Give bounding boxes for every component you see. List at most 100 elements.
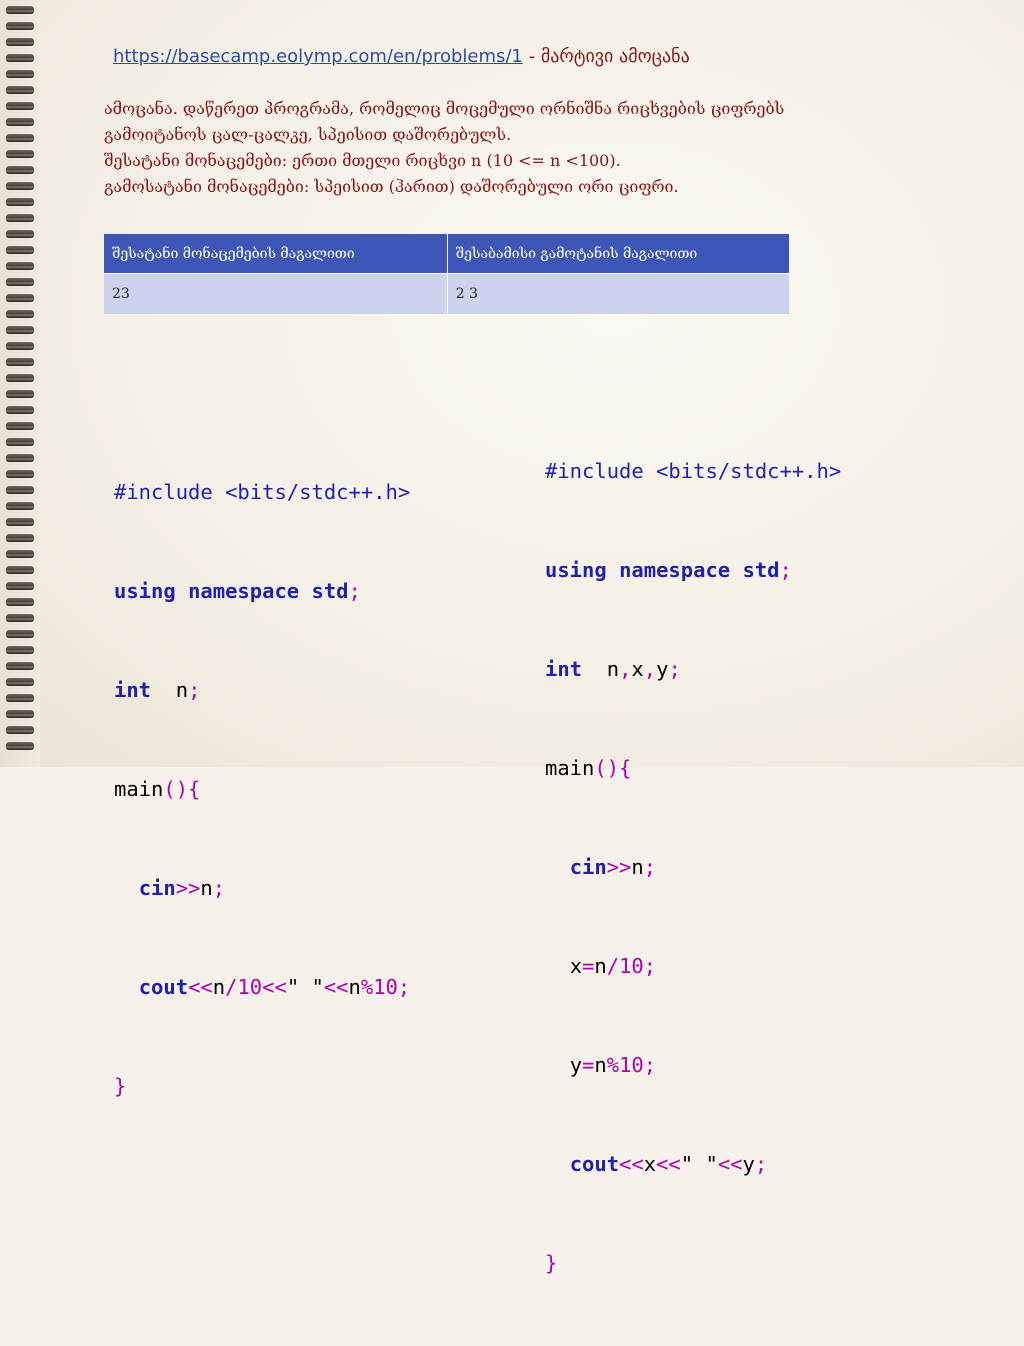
- identifier: y: [569, 1053, 583, 1077]
- namespace-name: std: [311, 579, 349, 603]
- string-literal: " ": [680, 1152, 718, 1176]
- code-line: using namespace std;: [545, 554, 841, 587]
- operator: <<: [323, 975, 349, 999]
- code-block-left: #include <bits/stdc++.h> using namespace…: [114, 410, 410, 1169]
- operator: <<: [656, 1152, 681, 1176]
- binding-ring: [6, 38, 34, 44]
- slide-title: https://basecamp.eolymp.com/en/problems/…: [113, 46, 690, 67]
- operator: <<: [717, 1152, 743, 1176]
- binding-ring: [6, 182, 34, 188]
- operator: >>: [175, 876, 201, 900]
- binding-ring: [6, 326, 34, 332]
- operator: /: [606, 954, 620, 978]
- binding-ring: [6, 630, 34, 636]
- punctuation: ;: [397, 975, 411, 999]
- problem-description: ამოცანა. დაწერეთ პროგრამა, რომელიც მოცემ…: [104, 96, 984, 200]
- binding-ring: [6, 358, 34, 364]
- operator: <<: [619, 1152, 644, 1176]
- column-header-input: შესატანი მონაცემების მაგალითი: [104, 234, 448, 274]
- binding-ring: [6, 230, 34, 236]
- punctuation: (){: [594, 756, 632, 780]
- binding-ring: [6, 662, 34, 668]
- code-line: }: [545, 1247, 841, 1280]
- identifier: main: [114, 777, 164, 801]
- notebook-binding: [0, 0, 40, 767]
- table-cell-output: 2 3: [447, 273, 789, 314]
- binding-ring: [6, 646, 34, 652]
- title-suffix: - მარტივი ამოცანა: [522, 46, 690, 67]
- binding-ring: [6, 310, 34, 316]
- binding-ring: [6, 598, 34, 604]
- binding-ring: [6, 438, 34, 444]
- binding-ring: [6, 454, 34, 460]
- identifier: n: [582, 657, 620, 681]
- operator: <<: [262, 975, 287, 999]
- identifier: x: [643, 1152, 657, 1176]
- binding-ring: [6, 390, 34, 396]
- table-header-row: შესატანი მონაცემების მაგალითი შესაბამისი…: [104, 234, 789, 274]
- binding-ring: [6, 278, 34, 284]
- code-line: y=n%10;: [545, 1049, 841, 1082]
- binding-ring: [6, 6, 34, 12]
- identifier: n: [200, 876, 213, 900]
- binding-ring: [6, 582, 34, 588]
- binding-ring: [6, 678, 34, 684]
- problem-link[interactable]: https://basecamp.eolymp.com/en/problems/…: [113, 46, 523, 67]
- binding-ring: [6, 342, 34, 348]
- description-line: გამოსატანი მონაცემები: სპეისით (ჰარით) დ…: [104, 177, 679, 196]
- io-example-table: შესატანი მონაცემების მაგალითი შესაბამისი…: [104, 234, 789, 314]
- code-block-right: #include <bits/stdc++.h> using namespace…: [545, 389, 841, 1346]
- identifier: y: [742, 1152, 755, 1176]
- keyword: cin: [138, 876, 176, 900]
- code-line: cin>>n;: [114, 872, 410, 905]
- column-header-output: შესაბამისი გამოტანის მაგალითი: [447, 234, 789, 274]
- binding-ring: [6, 550, 34, 556]
- code-line: int n;: [114, 674, 410, 707]
- keyword: int: [114, 678, 152, 702]
- identifier: n: [151, 678, 189, 702]
- include-directive: #include <bits/stdc++.h>: [114, 480, 411, 504]
- description-line: ამოცანა. დაწერეთ პროგრამა, რომელიც მოცემ…: [104, 99, 785, 118]
- binding-ring: [6, 22, 34, 28]
- binding-ring: [6, 694, 34, 700]
- binding-ring: [6, 502, 34, 508]
- binding-ring: [6, 54, 34, 60]
- punctuation: (){: [163, 777, 201, 801]
- number: 10: [237, 975, 263, 999]
- punctuation: ;: [188, 678, 201, 702]
- number: 10: [619, 1053, 644, 1077]
- binding-ring: [6, 406, 34, 412]
- description-line: გამოიტანოს ცალ-ცალკე, სპეისით დაშორებულს…: [104, 125, 512, 144]
- namespace-name: std: [742, 558, 780, 582]
- code-line: main(){: [545, 752, 841, 785]
- binding-ring: [6, 166, 34, 172]
- punctuation: }: [545, 1251, 558, 1275]
- punctuation: ;: [212, 876, 226, 900]
- keyword: namespace: [619, 558, 731, 582]
- keyword: using: [545, 558, 607, 582]
- identifier: main: [545, 756, 595, 780]
- binding-ring: [6, 70, 34, 76]
- binding-ring: [6, 262, 34, 268]
- code-line: cout<<x<<" "<<y;: [545, 1148, 841, 1181]
- code-line: cin>>n;: [545, 851, 841, 884]
- code-line: }: [114, 1070, 410, 1103]
- identifier: x: [631, 657, 644, 681]
- binding-ring: [6, 742, 34, 748]
- binding-ring: [6, 534, 34, 540]
- binding-ring: [6, 294, 34, 300]
- code-line: cout<<n/10<<" "<<n%10;: [114, 971, 411, 1004]
- code-line: #include <bits/stdc++.h>: [545, 455, 841, 488]
- punctuation: ;: [643, 954, 657, 978]
- punctuation: ;: [643, 855, 657, 879]
- binding-ring: [6, 566, 34, 572]
- identifier: n: [631, 855, 644, 879]
- string-literal: " ": [286, 975, 324, 999]
- punctuation: ;: [754, 1152, 768, 1176]
- binding-ring: [6, 86, 34, 92]
- operator: <<: [188, 975, 213, 999]
- binding-ring: [6, 214, 34, 220]
